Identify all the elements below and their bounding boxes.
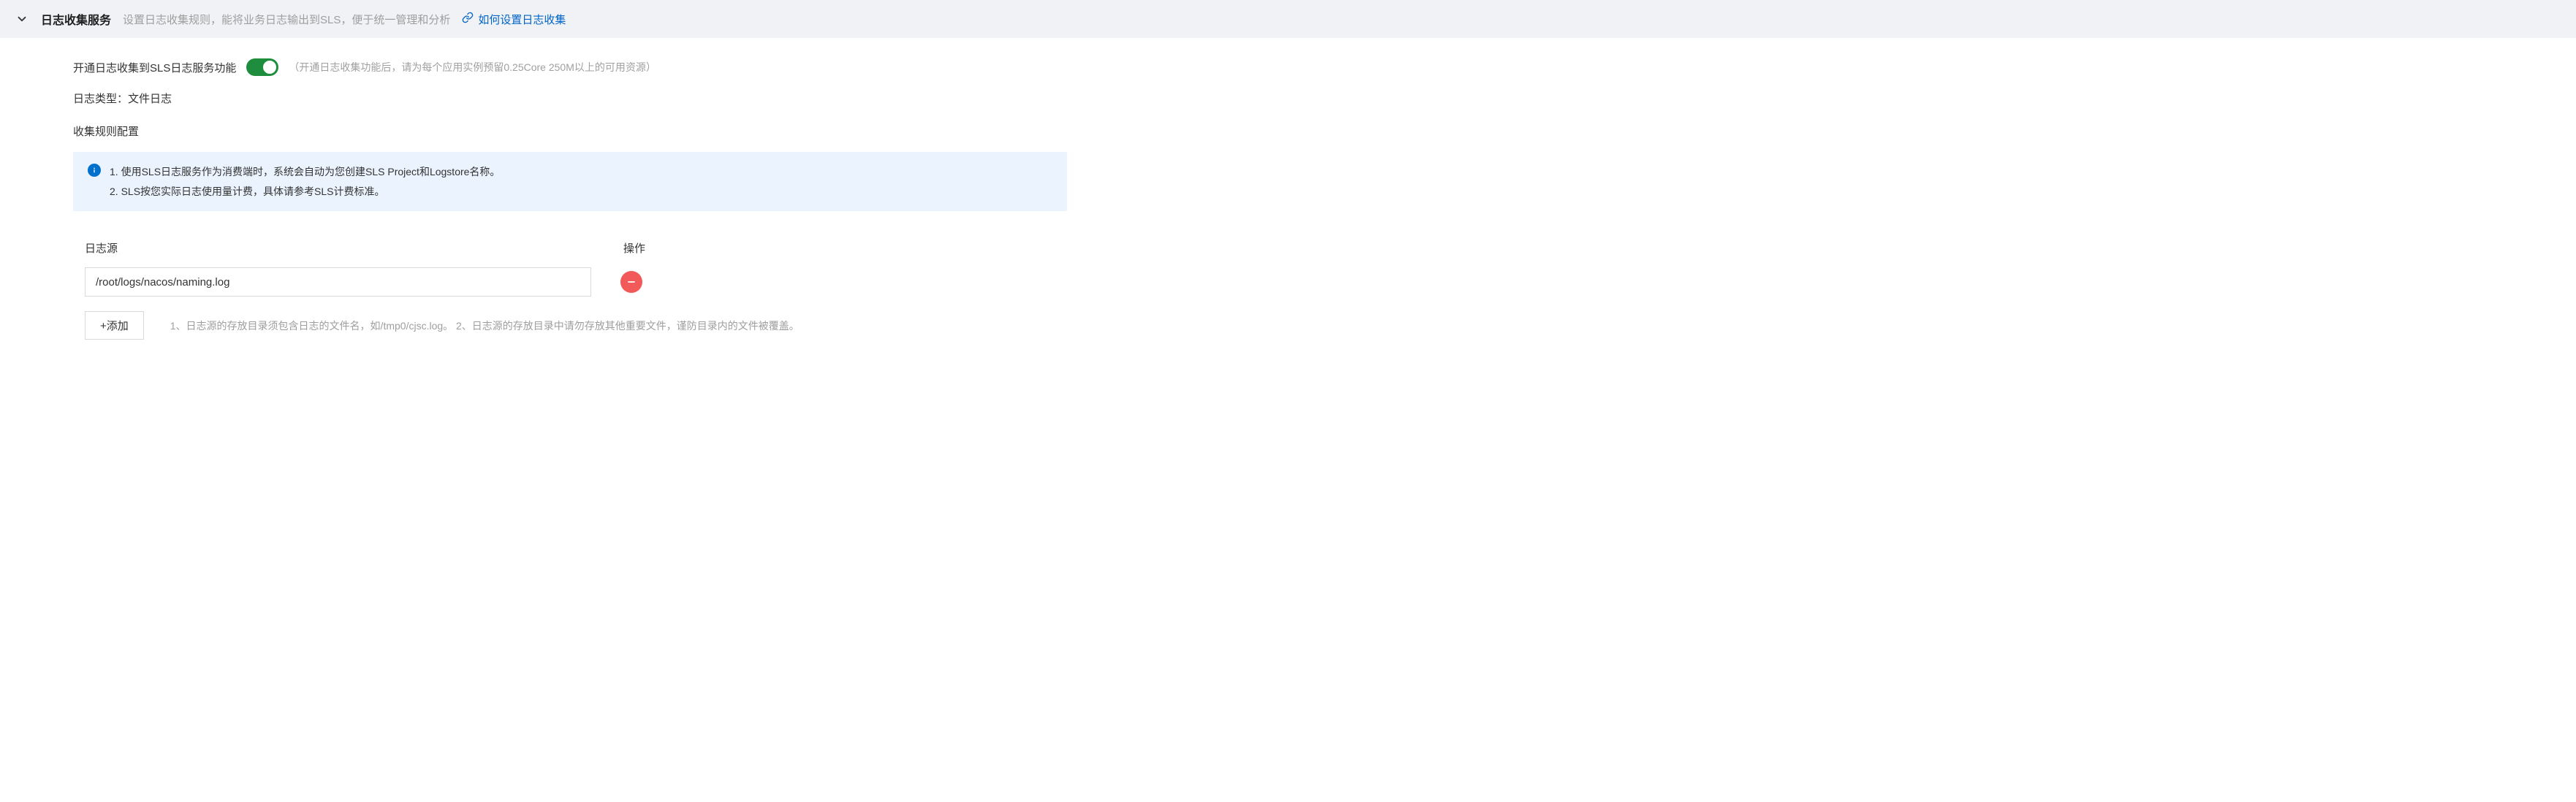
table-row (73, 264, 1067, 308)
remove-button[interactable] (620, 271, 642, 293)
table-header: 日志源 操作 (73, 232, 1067, 264)
enable-label: 开通日志收集到SLS日志服务功能 (73, 60, 236, 75)
table-footer: +添加 1、日志源的存放目录须包含日志的文件名，如/tmp0/cjsc.log。… (73, 308, 1067, 340)
rule-section-title: 收集规则配置 (73, 123, 1067, 139)
footer-tip: 1、日志源的存放目录须包含日志的文件名，如/tmp0/cjsc.log。 2、日… (170, 318, 799, 333)
info-icon (88, 164, 101, 177)
add-button[interactable]: +添加 (85, 311, 144, 340)
log-type-row: 日志类型：文件日志 (73, 91, 1067, 106)
log-sources-table: 日志源 操作 +添加 1、日志源的存放目录须包含日志的文件名，如/tmp0/cj… (73, 232, 1067, 340)
enable-toggle[interactable] (246, 58, 278, 76)
help-link-label: 如何设置日志收集 (478, 12, 566, 27)
enable-row: 开通日志收集到SLS日志服务功能 （开通日志收集功能后，请为每个应用实例预留0.… (73, 58, 1067, 76)
col-header-source: 日志源 (85, 240, 623, 256)
section-title: 日志收集服务 (41, 10, 111, 28)
content-area: 开通日志收集到SLS日志服务功能 （开通日志收集功能后，请为每个应用实例预留0.… (0, 38, 1140, 362)
col-header-action: 操作 (623, 240, 696, 256)
log-type-value: 文件日志 (128, 93, 172, 105)
section-header: 日志收集服务 设置日志收集规则，能将业务日志输出到SLS，便于统一管理和分析 如… (0, 0, 2576, 38)
info-text: 1. 使用SLS日志服务作为消费端时，系统会自动为您创建SLS Project和… (110, 162, 500, 201)
info-line-1: 1. 使用SLS日志服务作为消费端时，系统会自动为您创建SLS Project和… (110, 162, 500, 182)
help-link[interactable]: 如何设置日志收集 (462, 12, 566, 27)
log-path-input[interactable] (85, 267, 591, 297)
chevron-down-icon[interactable] (15, 12, 29, 26)
section-description: 设置日志收集规则，能将业务日志输出到SLS，便于统一管理和分析 (123, 12, 450, 27)
enable-hint: （开通日志收集功能后，请为每个应用实例预留0.25Core 250M以上的可用资… (289, 60, 656, 75)
link-icon (462, 12, 474, 26)
log-type-label: 日志类型： (73, 93, 128, 105)
info-box: 1. 使用SLS日志服务作为消费端时，系统会自动为您创建SLS Project和… (73, 152, 1067, 211)
info-line-2: 2. SLS按您实际日志使用量计费，具体请参考SLS计费标准。 (110, 182, 500, 202)
